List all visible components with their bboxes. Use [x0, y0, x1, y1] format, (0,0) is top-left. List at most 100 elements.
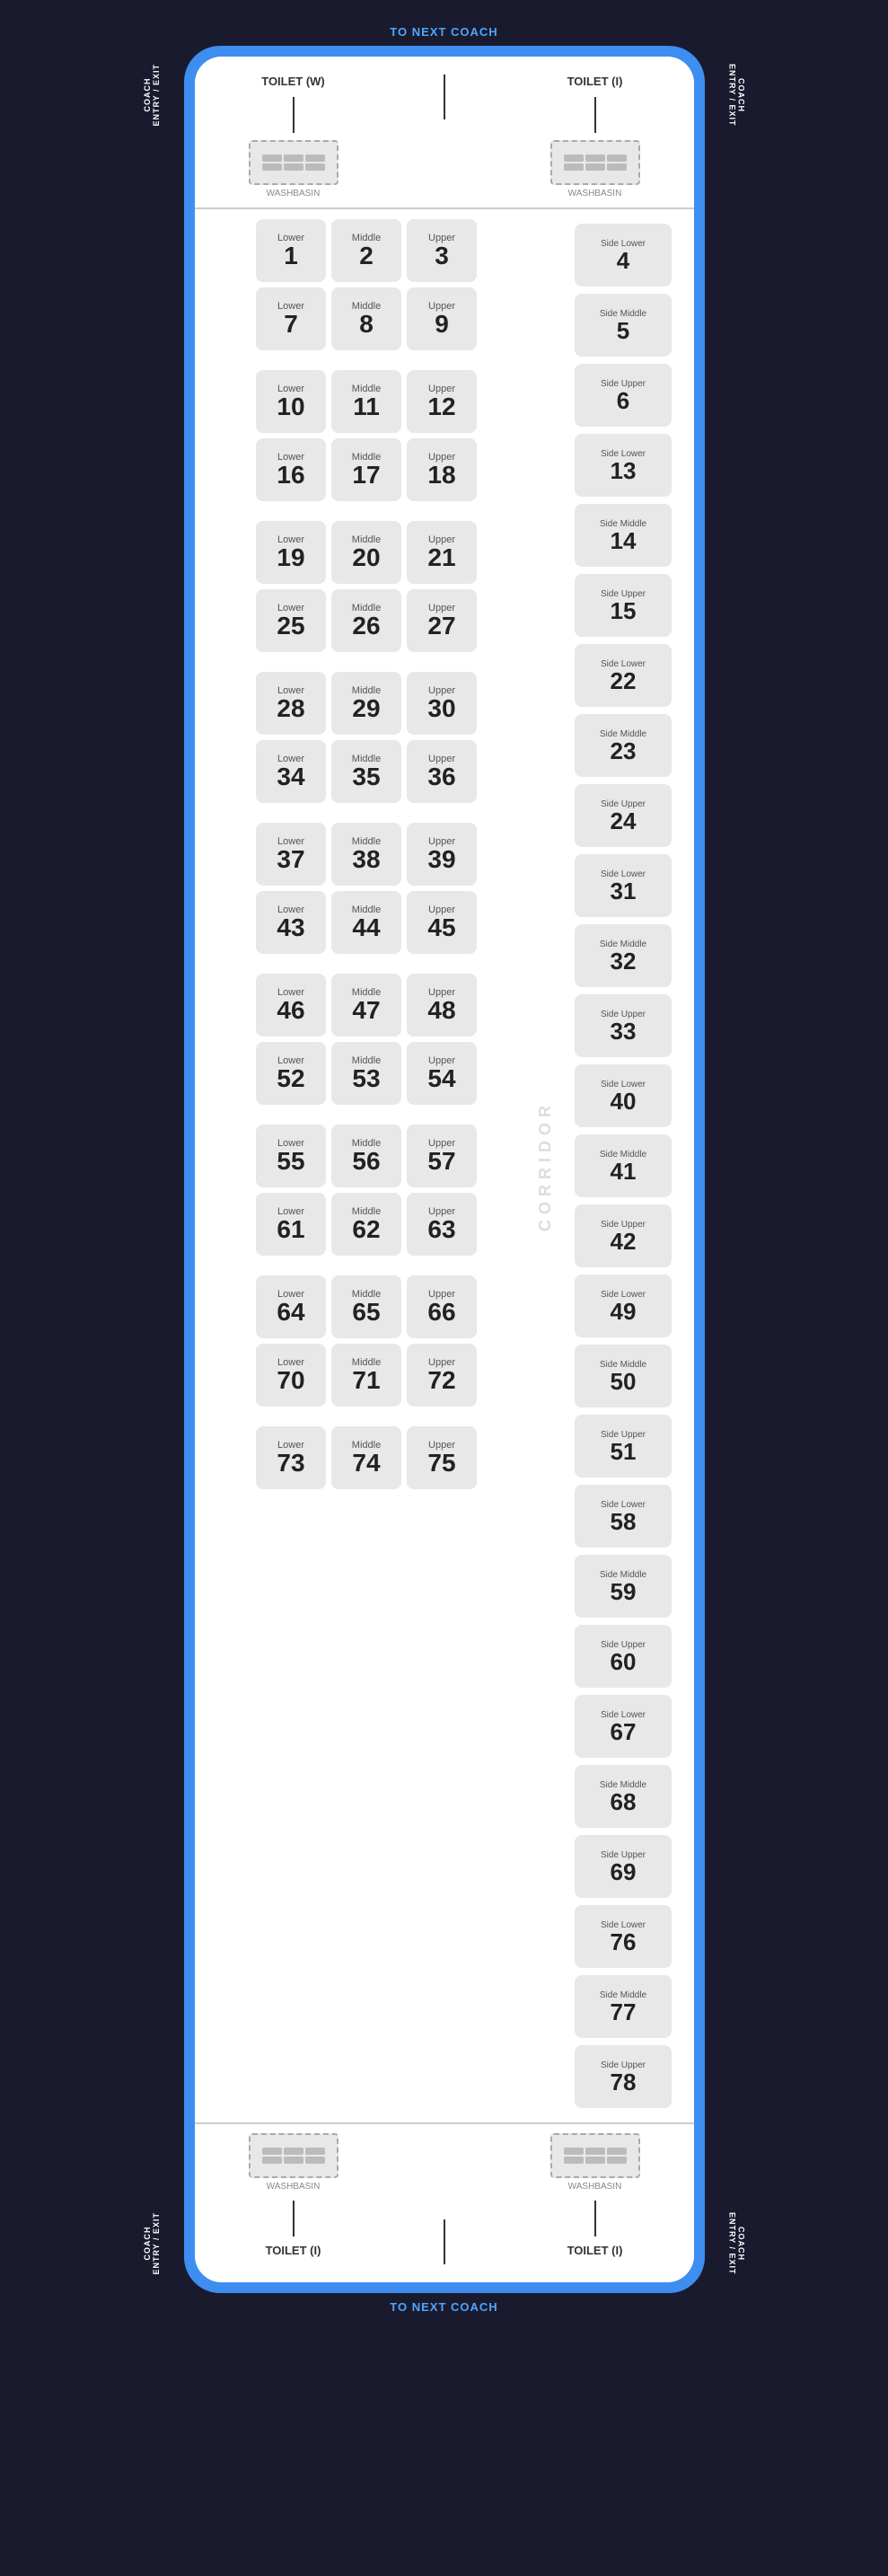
side-berth-59[interactable]: Side Middle 59	[575, 1555, 672, 1618]
berth-middle-38[interactable]: Middle 38	[331, 823, 401, 886]
side-berth-58[interactable]: Side Lower 58	[575, 1485, 672, 1548]
berth-middle-35[interactable]: Middle 35	[331, 740, 401, 803]
row-34: Lower 34 Middle 35 Upper 36	[256, 740, 477, 803]
berth-lower-70[interactable]: Lower 70	[256, 1344, 326, 1407]
side-berth-22[interactable]: Side Lower 22	[575, 644, 672, 707]
berth-lower-43[interactable]: Lower 43	[256, 891, 326, 954]
berth-upper-75[interactable]: Upper 75	[407, 1426, 477, 1489]
washbasin-bottom-left	[249, 2133, 338, 2178]
berth-middle-8[interactable]: Middle 8	[331, 287, 401, 350]
berth-middle-74[interactable]: Middle 74	[331, 1426, 401, 1489]
berth-lower-55[interactable]: Lower 55	[256, 1125, 326, 1187]
door-line-right	[594, 97, 596, 133]
berth-lower-73[interactable]: Lower 73	[256, 1426, 326, 1489]
side-berth-67[interactable]: Side Lower 67	[575, 1695, 672, 1758]
side-berth-31[interactable]: Side Lower 31	[575, 854, 672, 917]
side-berth-51[interactable]: Side Upper 51	[575, 1415, 672, 1478]
side-berth-13[interactable]: Side Lower 13	[575, 434, 672, 497]
row-43: Lower 43 Middle 44 Upper 45	[256, 891, 477, 954]
berth-lower-37[interactable]: Lower 37	[256, 823, 326, 886]
berth-upper-30[interactable]: Upper 30	[407, 672, 477, 735]
berth-upper-39[interactable]: Upper 39	[407, 823, 477, 886]
side-berth-4[interactable]: Side Lower 4	[575, 224, 672, 287]
row-37: Lower 37 Middle 38 Upper 39	[256, 823, 477, 886]
berth-upper-63[interactable]: Upper 63	[407, 1193, 477, 1256]
row-28: Lower 28 Middle 29 Upper 30	[256, 672, 477, 735]
side-berth-33[interactable]: Side Upper 33	[575, 994, 672, 1057]
toilet-i-bottom-right-label: TOILET (I)	[523, 2244, 667, 2257]
berth-middle-11[interactable]: Middle 11	[331, 370, 401, 433]
right-entry-top: COACHENTRY / EXIT	[726, 46, 748, 145]
berth-lower-61[interactable]: Lower 61	[256, 1193, 326, 1256]
berth-lower-34[interactable]: Lower 34	[256, 740, 326, 803]
row-10: Lower 10 Middle 11 Upper 12	[256, 370, 477, 433]
washbasin-right	[550, 140, 640, 185]
side-berth-69[interactable]: Side Upper 69	[575, 1835, 672, 1898]
berth-middle-20[interactable]: Middle 20	[331, 521, 401, 584]
side-berth-50[interactable]: Side Middle 50	[575, 1345, 672, 1407]
row-16: Lower 16 Middle 17 Upper 18	[256, 438, 477, 501]
berth-lower-28[interactable]: Lower 28	[256, 672, 326, 735]
berth-upper-48[interactable]: Upper 48	[407, 974, 477, 1037]
row-55: Lower 55 Middle 56 Upper 57	[256, 1125, 477, 1187]
berth-upper-3[interactable]: Upper 3	[407, 219, 477, 282]
side-berth-24[interactable]: Side Upper 24	[575, 784, 672, 847]
berth-middle-44[interactable]: Middle 44	[331, 891, 401, 954]
side-berth-78[interactable]: Side Upper 78	[575, 2045, 672, 2108]
berth-middle-53[interactable]: Middle 53	[331, 1042, 401, 1105]
berth-middle-62[interactable]: Middle 62	[331, 1193, 401, 1256]
side-berth-5[interactable]: Side Middle 5	[575, 294, 672, 357]
side-berth-60[interactable]: Side Upper 60	[575, 1625, 672, 1688]
berth-upper-45[interactable]: Upper 45	[407, 891, 477, 954]
berth-lower-7[interactable]: Lower 7	[256, 287, 326, 350]
side-berth-41[interactable]: Side Middle 41	[575, 1134, 672, 1197]
side-berth-68[interactable]: Side Middle 68	[575, 1765, 672, 1828]
toilet-i-label-top: TOILET (I)	[523, 75, 667, 88]
side-berth-6[interactable]: Side Upper 6	[575, 364, 672, 427]
side-berth-77[interactable]: Side Middle 77	[575, 1975, 672, 2038]
side-berth-76[interactable]: Side Lower 76	[575, 1905, 672, 1968]
door-line-left	[293, 97, 295, 133]
top-next-coach-label: TO NEXT COACH	[390, 25, 497, 39]
washbasin-bottom-right	[550, 2133, 640, 2178]
berth-middle-65[interactable]: Middle 65	[331, 1275, 401, 1338]
berth-lower-1[interactable]: Lower 1	[256, 219, 326, 282]
center-door-line-bottom	[444, 2219, 445, 2264]
side-berth-49[interactable]: Side Lower 49	[575, 1275, 672, 1337]
berth-middle-2[interactable]: Middle 2	[331, 219, 401, 282]
toilet-i-block-bottom-left: WASHBASIN TOILET (I)	[222, 2133, 365, 2264]
berth-upper-36[interactable]: Upper 36	[407, 740, 477, 803]
berth-upper-66[interactable]: Upper 66	[407, 1275, 477, 1338]
berth-upper-21[interactable]: Upper 21	[407, 521, 477, 584]
berth-upper-27[interactable]: Upper 27	[407, 589, 477, 652]
berth-upper-12[interactable]: Upper 12	[407, 370, 477, 433]
berth-lower-64[interactable]: Lower 64	[256, 1275, 326, 1338]
berth-upper-18[interactable]: Upper 18	[407, 438, 477, 501]
side-berth-42[interactable]: Side Upper 42	[575, 1204, 672, 1267]
berth-lower-25[interactable]: Lower 25	[256, 589, 326, 652]
berth-upper-72[interactable]: Upper 72	[407, 1344, 477, 1407]
berth-upper-54[interactable]: Upper 54	[407, 1042, 477, 1105]
side-berth-15[interactable]: Side Upper 15	[575, 574, 672, 637]
berth-middle-47[interactable]: Middle 47	[331, 974, 401, 1037]
toilet-i-bottom-left-label: TOILET (I)	[222, 2244, 365, 2257]
side-berth-32[interactable]: Side Middle 32	[575, 924, 672, 987]
row-52: Lower 52 Middle 53 Upper 54	[256, 1042, 477, 1105]
berth-lower-10[interactable]: Lower 10	[256, 370, 326, 433]
berth-middle-17[interactable]: Middle 17	[331, 438, 401, 501]
berth-lower-16[interactable]: Lower 16	[256, 438, 326, 501]
berth-lower-19[interactable]: Lower 19	[256, 521, 326, 584]
berth-middle-56[interactable]: Middle 56	[331, 1125, 401, 1187]
berth-lower-52[interactable]: Lower 52	[256, 1042, 326, 1105]
berth-middle-71[interactable]: Middle 71	[331, 1344, 401, 1407]
berth-middle-29[interactable]: Middle 29	[331, 672, 401, 735]
left-entry-bottom: COACHENTRY / EXIT	[141, 2194, 163, 2293]
toilet-w-block: TOILET (W)	[222, 75, 365, 198]
berth-upper-9[interactable]: Upper 9	[407, 287, 477, 350]
berth-middle-26[interactable]: Middle 26	[331, 589, 401, 652]
side-berth-14[interactable]: Side Middle 14	[575, 504, 672, 567]
side-berth-23[interactable]: Side Middle 23	[575, 714, 672, 777]
berth-lower-46[interactable]: Lower 46	[256, 974, 326, 1037]
berth-upper-57[interactable]: Upper 57	[407, 1125, 477, 1187]
side-berth-40[interactable]: Side Lower 40	[575, 1064, 672, 1127]
